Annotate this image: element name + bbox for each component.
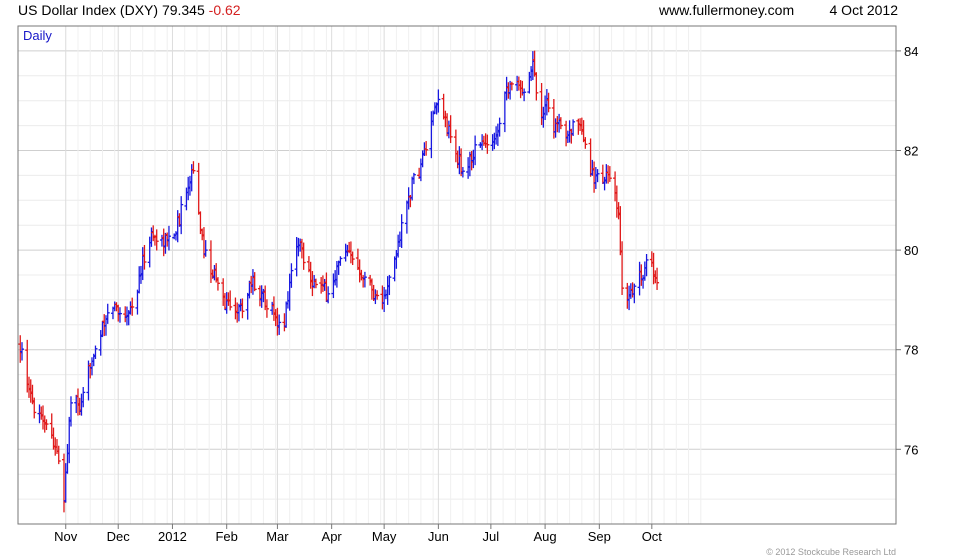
x-tick-label: Aug [534,529,557,544]
x-tick-label: Feb [215,529,237,544]
y-axis: 76 78 80 82 84 [896,44,918,457]
x-tick-label: Jul [483,529,500,544]
x-tick-label: Mar [266,529,289,544]
y-tick-label: 82 [904,144,918,159]
chart-subtitle: Daily [23,28,52,43]
y-tick-label: 78 [904,343,918,358]
x-tick-label: Oct [642,529,663,544]
x-tick-label: May [372,529,397,544]
price-chart: 76 78 80 82 84 Nov Dec 2012 Feb Mar Apr May Jun Jul A… [17,25,918,544]
y-tick-label: 80 [904,243,918,258]
y-tick-label: 76 [904,442,918,457]
x-tick-label: 2012 [158,529,187,544]
x-tick-label: Nov [54,529,78,544]
x-tick-label: Jun [428,529,449,544]
x-tick-label: Dec [107,529,131,544]
x-axis: Nov Dec 2012 Feb Mar Apr May Jun Jul Aug Sep Oct [54,524,662,544]
x-tick-label: Sep [588,529,611,544]
y-tick-label: 84 [904,44,918,59]
copyright-notice: © 2012 Stockcube Research Ltd [766,547,896,557]
grid-lines [18,26,896,524]
x-tick-label: Apr [322,529,343,544]
